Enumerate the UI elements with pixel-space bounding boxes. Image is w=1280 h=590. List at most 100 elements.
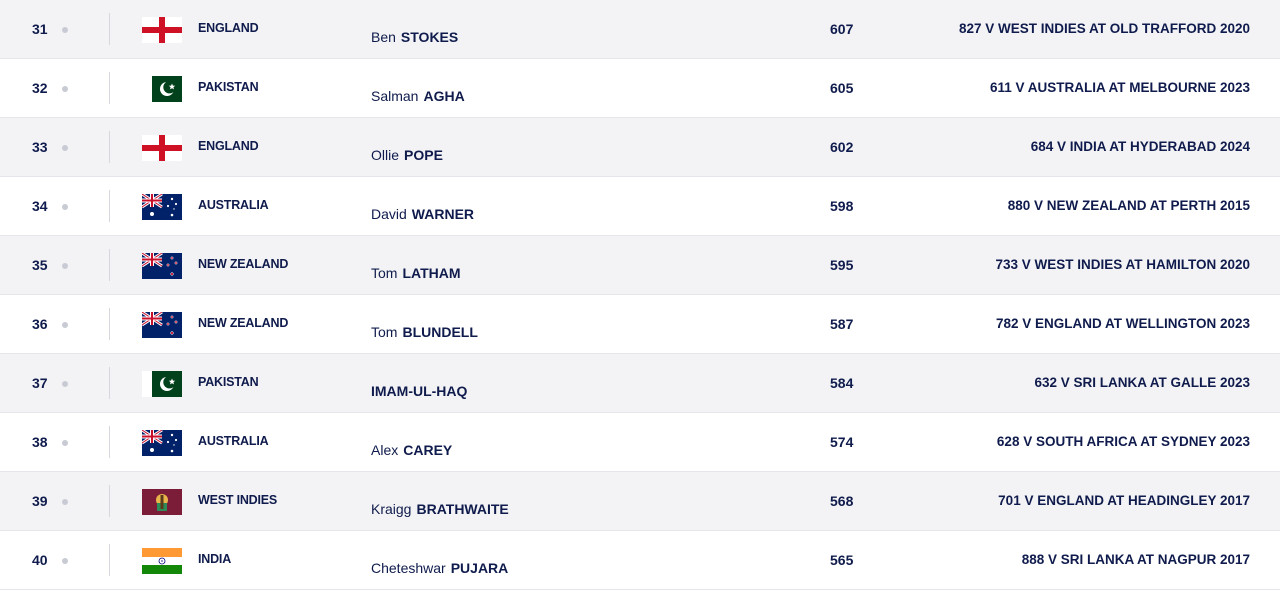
country-name: AUSTRALIA — [198, 198, 269, 212]
career-best-rating: 733 V WEST INDIES AT HAMILTON 2020 — [995, 257, 1250, 272]
career-best-rating: 632 V SRI LANKA AT GALLE 2023 — [1034, 375, 1250, 390]
player-name[interactable]: IMAM-UL-HAQ — [371, 383, 467, 399]
divider — [109, 190, 110, 222]
no-change-indicator-icon — [62, 381, 68, 387]
divider — [109, 426, 110, 458]
country-name: INDIA — [198, 552, 232, 566]
table-row[interactable]: 33 ENGLAND Ollie POPE 602 684 V INDIA AT … — [0, 118, 1280, 177]
pakistan-flag-icon — [142, 371, 182, 397]
player-first-name: Alex — [371, 442, 399, 458]
player-first-name: David — [371, 206, 407, 222]
rankings-table: 31 ENGLAND Ben STOKES 607 827 V WEST INDI… — [0, 0, 1280, 590]
player-first-name: Tom — [371, 324, 398, 340]
rating: 587 — [830, 316, 854, 332]
player-last-name: PUJARA — [450, 560, 509, 576]
career-best-rating: 684 V INDIA AT HYDERABAD 2024 — [1030, 139, 1250, 154]
career-best-rating: 628 V SOUTH AFRICA AT SYDNEY 2023 — [996, 434, 1250, 449]
divider — [109, 72, 110, 104]
australia-flag-icon — [142, 194, 182, 220]
player-first-name: Tom — [371, 265, 398, 281]
table-row[interactable]: 36 NEW ZEALAND Tom BLUNDELL 587 782 V ENG… — [0, 295, 1280, 354]
player-name[interactable]: David WARNER — [371, 206, 474, 222]
table-row[interactable]: 38 AUSTRALIA Alex CAREY 574 628 V SOUTH A… — [0, 413, 1280, 472]
table-row[interactable]: 35 NEW ZEALAND Tom LATHAM 595 733 V WEST … — [0, 236, 1280, 295]
table-row[interactable]: 31 ENGLAND Ben STOKES 607 827 V WEST INDI… — [0, 0, 1280, 59]
no-change-indicator-icon — [62, 440, 68, 446]
rating: 568 — [830, 493, 854, 509]
player-last-name: LATHAM — [402, 265, 461, 281]
england-flag-icon — [142, 135, 182, 161]
player-first-name: Ben — [371, 29, 396, 45]
no-change-indicator-icon — [62, 322, 68, 328]
career-best-rating: 611 V AUSTRALIA AT MELBOURNE 2023 — [989, 80, 1250, 95]
rating: 598 — [830, 198, 854, 214]
country-name: PAKISTAN — [198, 375, 259, 389]
player-last-name: WARNER — [411, 206, 475, 222]
player-name[interactable]: Alex CAREY — [371, 442, 452, 458]
australia-flag-icon — [142, 430, 182, 456]
divider — [109, 249, 110, 281]
country-name: NEW ZEALAND — [198, 316, 289, 330]
player-name[interactable]: Ollie POPE — [371, 147, 443, 163]
divider — [109, 13, 110, 45]
west-indies-flag-icon — [142, 489, 182, 515]
rating: 602 — [830, 139, 854, 155]
player-name[interactable]: Salman AGHA — [371, 88, 465, 104]
divider — [109, 308, 110, 340]
country-name: AUSTRALIA — [198, 434, 269, 448]
new-zealand-flag-icon — [142, 253, 182, 279]
career-best-rating: 880 V NEW ZEALAND AT PERTH 2015 — [1007, 198, 1250, 213]
player-last-name: STOKES — [400, 29, 459, 45]
player-name[interactable]: Cheteshwar PUJARA — [371, 560, 508, 576]
no-change-indicator-icon — [62, 27, 68, 33]
player-last-name: POPE — [404, 147, 443, 163]
divider — [109, 367, 110, 399]
divider — [109, 485, 110, 517]
no-change-indicator-icon — [62, 499, 68, 505]
rating: 607 — [830, 21, 854, 37]
player-first-name: Salman — [371, 88, 419, 104]
player-last-name: BRATHWAITE — [416, 501, 509, 517]
divider — [109, 544, 110, 576]
player-name[interactable]: Tom BLUNDELL — [371, 324, 478, 340]
rating: 565 — [830, 552, 854, 568]
rating: 605 — [830, 80, 854, 96]
country-name: NEW ZEALAND — [198, 257, 289, 271]
player-last-name: BLUNDELL — [402, 324, 478, 340]
india-flag-icon — [142, 548, 182, 574]
player-name[interactable]: Kraigg BRATHWAITE — [371, 501, 509, 517]
table-row[interactable]: 34 AUSTRALIA David WARNER 598 880 V NEW Z… — [0, 177, 1280, 236]
player-last-name: CAREY — [403, 442, 453, 458]
country-name: ENGLAND — [198, 21, 259, 35]
rating: 595 — [830, 257, 854, 273]
career-best-rating: 782 V ENGLAND AT WELLINGTON 2023 — [995, 316, 1250, 331]
player-first-name: Kraigg — [371, 501, 412, 517]
career-best-rating: 827 V WEST INDIES AT OLD TRAFFORD 2020 — [958, 21, 1250, 36]
no-change-indicator-icon — [62, 86, 68, 92]
player-last-name: AGHA — [423, 88, 465, 104]
table-row[interactable]: 40 INDIA Cheteshwar PUJARA 565 888 V SRI … — [0, 531, 1280, 590]
player-last-name: IMAM-UL-HAQ — [371, 383, 468, 399]
rating: 574 — [830, 434, 854, 450]
career-best-rating: 888 V SRI LANKA AT NAGPUR 2017 — [1021, 552, 1250, 567]
table-row[interactable]: 39 WEST INDIES Kraigg BRATHWAITE 568 701 … — [0, 472, 1280, 531]
country-name: ENGLAND — [198, 139, 259, 153]
no-change-indicator-icon — [62, 145, 68, 151]
player-first-name: Cheteshwar — [371, 560, 446, 576]
country-name: PAKISTAN — [198, 80, 259, 94]
player-name[interactable]: Tom LATHAM — [371, 265, 461, 281]
divider — [109, 131, 110, 163]
table-row[interactable]: 32 PAKISTAN Salman AGHA 605 611 V AUSTRAL… — [0, 59, 1280, 118]
england-flag-icon — [142, 17, 182, 43]
no-change-indicator-icon — [62, 558, 68, 564]
table-row[interactable]: 37 PAKISTAN IMAM-UL-HAQ 584 632 V SRI LA… — [0, 354, 1280, 413]
player-first-name: Ollie — [371, 147, 400, 163]
pakistan-flag-icon — [142, 76, 182, 102]
no-change-indicator-icon — [62, 263, 68, 269]
rating: 584 — [830, 375, 854, 391]
new-zealand-flag-icon — [142, 312, 182, 338]
player-name[interactable]: Ben STOKES — [371, 29, 458, 45]
no-change-indicator-icon — [62, 204, 68, 210]
country-name: WEST INDIES — [198, 493, 278, 507]
career-best-rating: 701 V ENGLAND AT HEADINGLEY 2017 — [998, 493, 1250, 508]
